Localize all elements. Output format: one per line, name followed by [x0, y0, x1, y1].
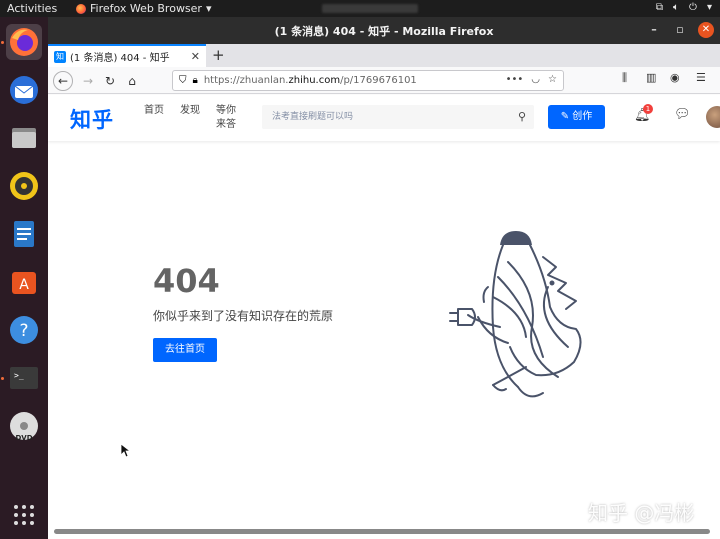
maximize-button[interactable]: ▫ [672, 22, 688, 38]
pocket-icon[interactable]: ◡ [531, 74, 540, 85]
app-menu-label: Firefox Web Browser [90, 2, 202, 15]
volume-icon: 🔈︎ [673, 2, 680, 13]
url-text: https://zhuanlan.zhihu.com/p/1769676101 [203, 75, 417, 86]
network-icon: ⧉ [655, 2, 664, 13]
minimize-button[interactable]: – [646, 22, 662, 38]
go-home-button[interactable]: 去往首页 [153, 338, 217, 362]
grid-icon [14, 505, 34, 525]
broken-plug-illustration [449, 231, 582, 398]
nav-home[interactable]: 首页 [144, 104, 172, 118]
svg-text:?: ? [19, 321, 28, 341]
lock-icon[interactable]: 🔒︎ [193, 75, 198, 86]
firefox-icon [10, 28, 38, 56]
dock-terminal[interactable]: >_ [6, 360, 42, 396]
terminal-icon: >_ [10, 367, 38, 389]
horizontal-scrollbar[interactable] [54, 529, 710, 534]
search-input[interactable]: 法考直接刷题可以吗 ⚲ [262, 105, 534, 129]
tab-close-icon[interactable]: ✕ [191, 50, 200, 63]
library-icon[interactable]: ⫼ [622, 71, 627, 85]
speaker-icon [10, 172, 38, 200]
reload-button[interactable]: ↻ [100, 71, 120, 91]
create-button[interactable]: ✎ 创作 [548, 105, 605, 129]
zhihu-favicon: 知 [54, 50, 66, 63]
svg-text:DVD: DVD [15, 434, 32, 442]
tab-bar: 知 (1 条消息) 404 - 知乎 ✕ + [48, 44, 720, 67]
window-titlebar[interactable]: (1 条消息) 404 - 知乎 - Mozilla Firefox – ▫ ✕ [48, 17, 720, 44]
dock-files[interactable] [6, 120, 42, 156]
pen-icon: ✎ [560, 111, 570, 122]
clock[interactable] [322, 4, 418, 13]
gnome-top-bar: Activities Firefox Web Browser ▾ ⧉ 🔈︎ ⏻ … [0, 0, 720, 17]
dock-firefox[interactable] [6, 24, 42, 60]
shield-icon[interactable]: ⛉ [179, 75, 187, 86]
bookmark-star-icon[interactable]: ☆ [548, 74, 557, 85]
window-title: (1 条消息) 404 - 知乎 - Mozilla Firefox [274, 24, 494, 38]
firefox-window: (1 条消息) 404 - 知乎 - Mozilla Firefox – ▫ ✕… [48, 17, 720, 539]
error-code: 404 [153, 262, 220, 300]
activities-button[interactable]: Activities [7, 2, 57, 15]
watermark: 知乎 @冯彬 [588, 501, 695, 525]
dock-dvd[interactable]: DVD [6, 408, 42, 444]
svg-text:A: A [19, 277, 29, 293]
dock-thunderbird[interactable] [6, 72, 42, 108]
back-button[interactable]: ← [53, 71, 73, 91]
forward-button[interactable]: → [78, 71, 98, 91]
create-button-label: 创作 [572, 111, 593, 122]
nav-waiting-answers[interactable]: 等你来答 [216, 104, 244, 132]
folder-icon [12, 128, 36, 148]
app-menu[interactable]: Firefox Web Browser ▾ [76, 2, 212, 15]
new-tab-button[interactable]: + [212, 46, 225, 64]
notification-badge: 1 [643, 104, 653, 114]
dock-writer[interactable] [6, 216, 42, 252]
page-actions-icon[interactable]: ••• [506, 74, 524, 85]
sidebar-icon[interactable]: ▥ [646, 71, 656, 84]
zhihu-header: 知乎 首页 发现 等你来答 法考直接刷题可以吗 ⚲ ✎ 创作 🔔︎ 1 💬︎ [48, 95, 720, 141]
dock: A ? >_ DVD [0, 17, 48, 539]
search-icon[interactable]: ⚲ [518, 105, 526, 129]
firefox-icon [76, 3, 86, 14]
navigation-toolbar: ← → ↻ ⌂ ⛉ 🔒︎ https://zhuanlan.zhihu.com/… [48, 67, 720, 94]
hamburger-menu-icon[interactable]: ☰ [696, 71, 706, 84]
dock-rhythmbox[interactable] [6, 168, 42, 204]
running-indicator [1, 41, 4, 44]
chevron-down-icon: ▾ [706, 2, 712, 13]
error-message: 你似乎来到了没有知识存在的荒原 [153, 309, 334, 323]
document-icon [14, 221, 34, 247]
svg-text:>_: >_ [14, 371, 24, 380]
chevron-down-icon: ▾ [205, 2, 212, 15]
zhihu-logo[interactable]: 知乎 [70, 104, 114, 134]
avatar[interactable] [706, 106, 720, 128]
search-placeholder: 法考直接刷题可以吗 [272, 112, 354, 122]
nav-discover[interactable]: 发现 [180, 104, 208, 118]
home-button[interactable]: ⌂ [122, 71, 142, 91]
dock-help[interactable]: ? [6, 312, 42, 348]
mouse-cursor-icon [121, 444, 131, 458]
system-tray[interactable]: ⧉ 🔈︎ ⏻ ▾ [656, 2, 712, 13]
tab-label: (1 条消息) 404 - 知乎 [70, 53, 170, 64]
help-icon: ? [10, 316, 38, 344]
message-icon[interactable]: 💬︎ [674, 107, 691, 122]
software-icon: A [12, 272, 36, 294]
url-bar[interactable]: ⛉ 🔒︎ https://zhuanlan.zhihu.com/p/176967… [172, 70, 564, 91]
thunderbird-icon [10, 76, 38, 104]
tab-active[interactable]: 知 (1 条消息) 404 - 知乎 ✕ [48, 44, 206, 67]
dvd-icon: DVD [10, 412, 38, 442]
account-icon[interactable]: ◉ [670, 71, 680, 84]
dock-software[interactable]: A [6, 264, 42, 300]
power-icon: ⏻ [689, 2, 697, 13]
running-indicator [1, 377, 4, 380]
close-button[interactable]: ✕ [698, 22, 714, 38]
show-applications-button[interactable] [6, 497, 42, 533]
